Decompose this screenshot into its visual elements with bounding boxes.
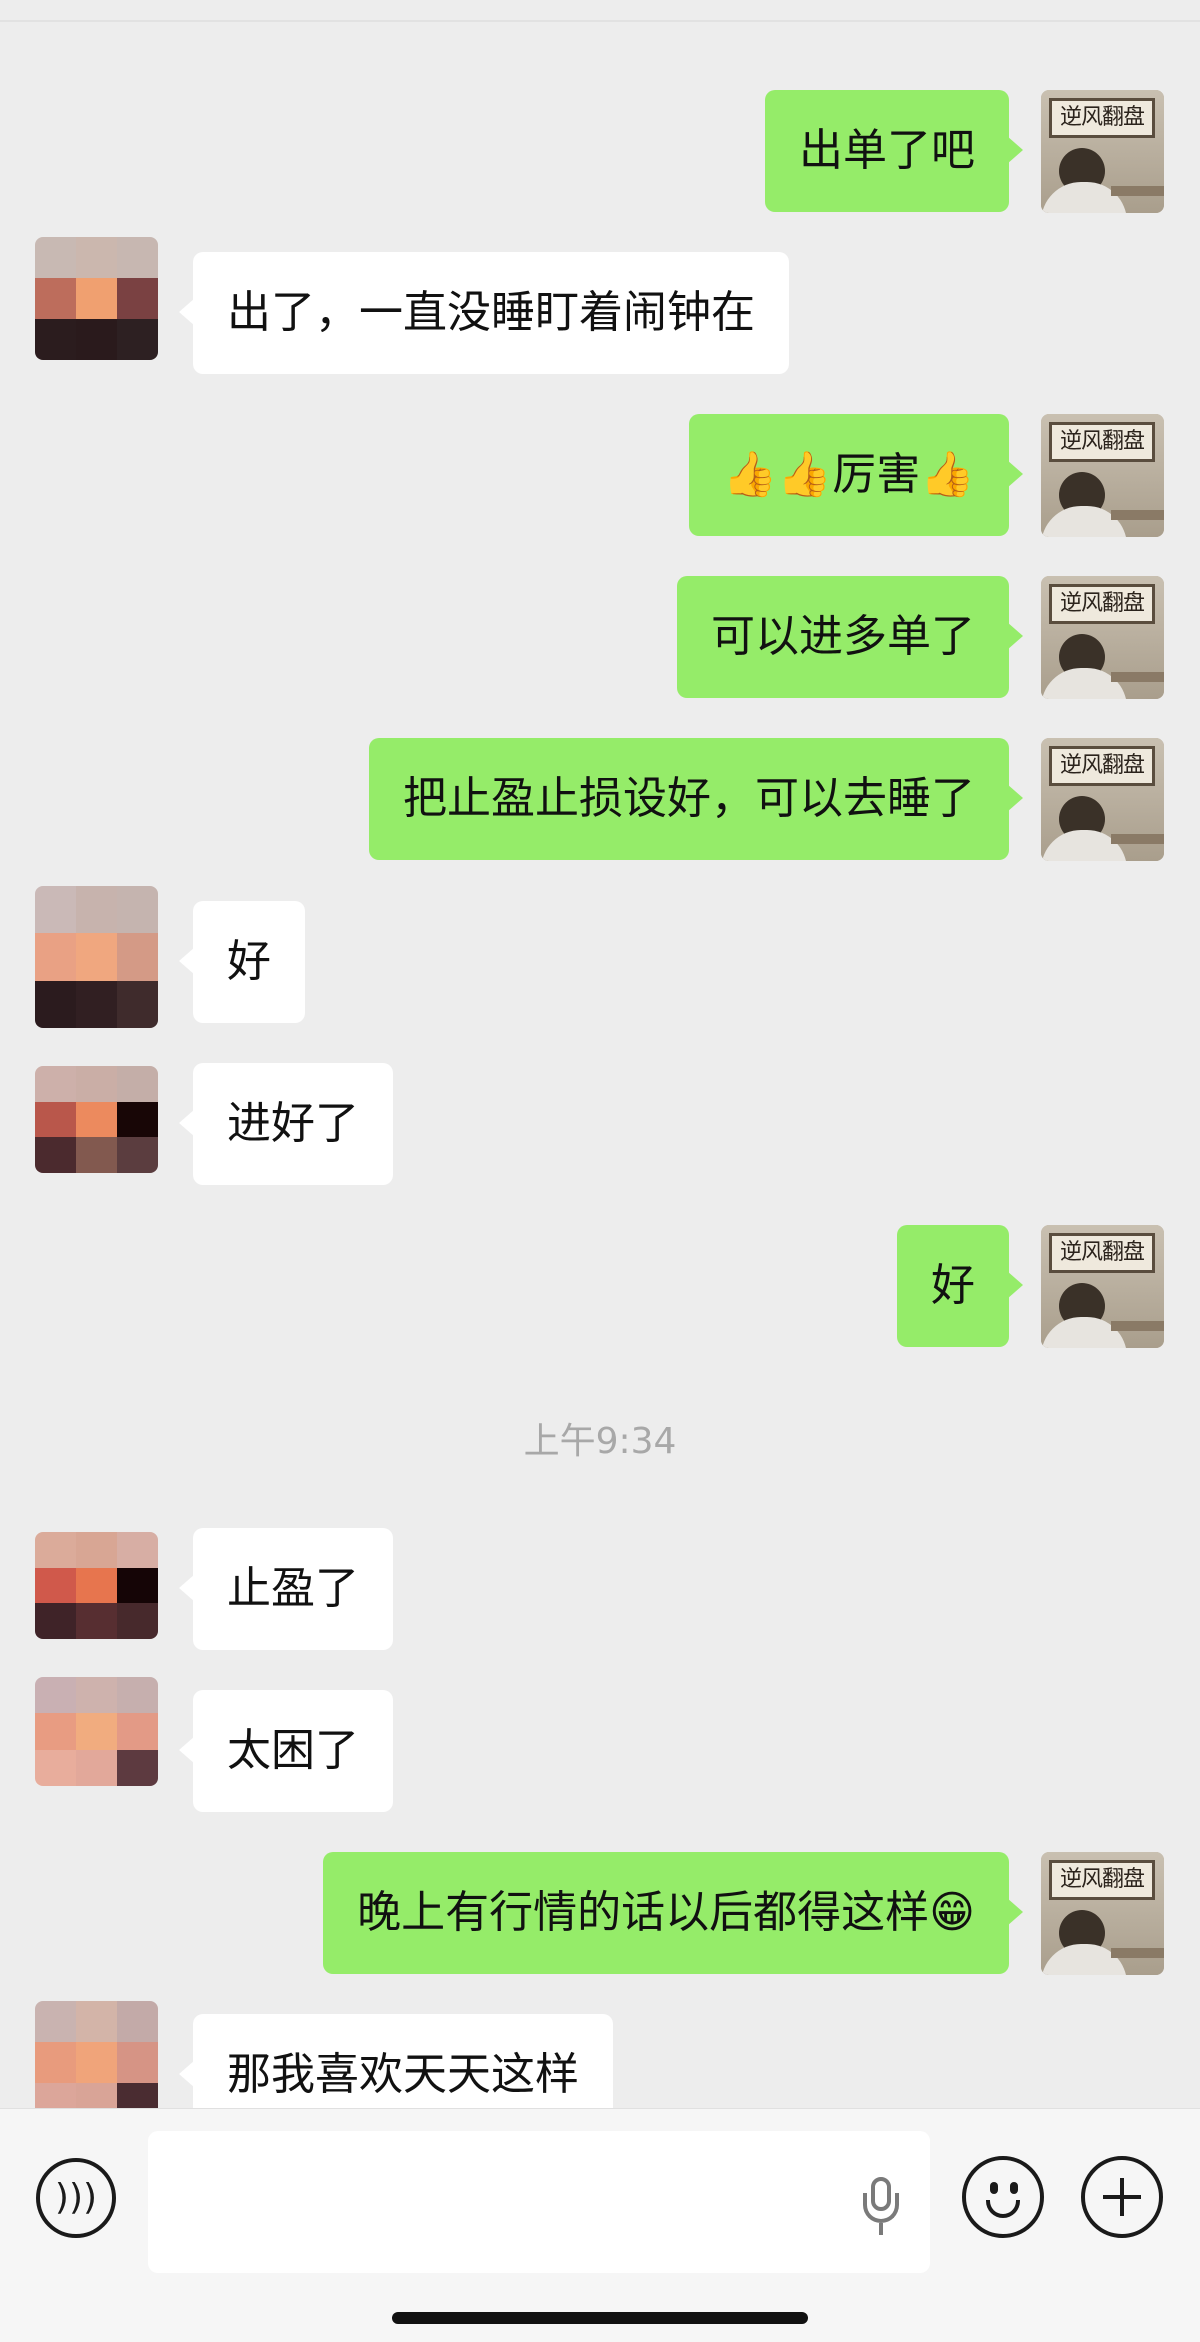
- my-avatar[interactable]: 逆风翻盘: [1041, 1852, 1164, 1975]
- timestamp: 上午9:34: [523, 1421, 677, 1462]
- contact-message-bubble[interactable]: 出了，一直没睡盯着闹钟在: [179, 252, 789, 374]
- contact-avatar[interactable]: [35, 1066, 158, 1173]
- message-input[interactable]: [148, 2131, 930, 2273]
- contact-avatar[interactable]: [35, 1677, 158, 1786]
- avatar-sign-text: 逆风翻盘: [1049, 1860, 1155, 1900]
- avatar-sign-text: 逆风翻盘: [1049, 422, 1155, 462]
- my-message-bubble[interactable]: 晚上有行情的话以后都得这样😁: [323, 1852, 1023, 1974]
- chat-history[interactable]: 出单了吧 逆风翻盘 出了，一直没睡盯着闹钟在 👍👍厉害👍 逆风翻盘 可以进多单了…: [0, 0, 1200, 2108]
- avatar-sign-text: 逆风翻盘: [1049, 746, 1155, 786]
- contact-message-bubble[interactable]: 止盈了: [179, 1528, 393, 1650]
- my-avatar[interactable]: 逆风翻盘: [1041, 1225, 1164, 1348]
- my-message-bubble[interactable]: 好: [897, 1225, 1023, 1347]
- my-message-bubble[interactable]: 把止盈止损设好，可以去睡了: [369, 738, 1023, 860]
- microphone-icon[interactable]: [863, 2177, 899, 2237]
- plus-icon[interactable]: [1081, 2156, 1163, 2238]
- my-avatar[interactable]: 逆风翻盘: [1041, 414, 1164, 537]
- contact-message-bubble[interactable]: 好: [179, 901, 305, 1023]
- my-message-bubble[interactable]: 出单了吧: [765, 90, 1023, 212]
- my-avatar[interactable]: 逆风翻盘: [1041, 576, 1164, 699]
- avatar-sign-text: 逆风翻盘: [1049, 1233, 1155, 1273]
- contact-message-bubble[interactable]: 太困了: [179, 1690, 393, 1812]
- voice-icon[interactable]: ))): [36, 2158, 116, 2238]
- emoji-icon[interactable]: [962, 2156, 1044, 2238]
- avatar-sign-text: 逆风翻盘: [1049, 98, 1155, 138]
- contact-avatar[interactable]: [35, 886, 158, 1028]
- my-message-bubble[interactable]: 👍👍厉害👍: [688, 414, 1024, 536]
- home-indicator[interactable]: [392, 2312, 808, 2324]
- my-message-bubble[interactable]: 可以进多单了: [677, 576, 1023, 698]
- my-avatar[interactable]: 逆风翻盘: [1041, 738, 1164, 861]
- input-toolbar: ))): [0, 2108, 1200, 2342]
- contact-avatar[interactable]: [35, 237, 158, 360]
- my-avatar[interactable]: 逆风翻盘: [1041, 90, 1164, 213]
- avatar-sign-text: 逆风翻盘: [1049, 584, 1155, 624]
- contact-avatar[interactable]: [35, 1532, 158, 1639]
- contact-message-bubble[interactable]: 进好了: [179, 1063, 393, 1185]
- contact-message-bubble[interactable]: 那我喜欢天天这样: [179, 2014, 613, 2108]
- contact-avatar[interactable]: [35, 2001, 158, 2108]
